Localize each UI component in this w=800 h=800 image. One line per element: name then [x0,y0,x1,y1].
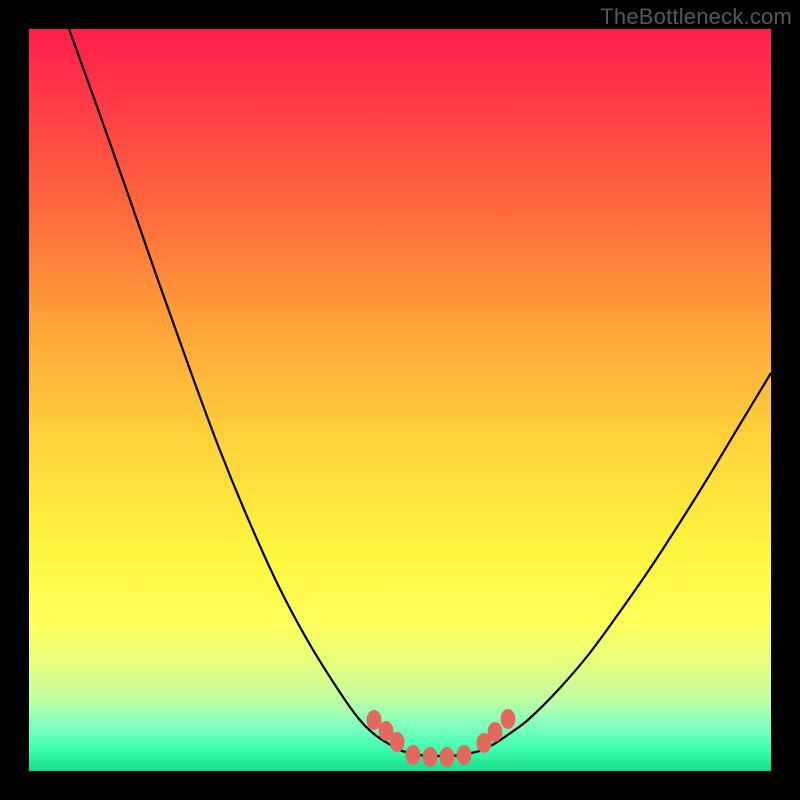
curve-left-path [69,29,402,751]
marker-floor-1 [406,746,420,765]
marker-right-3 [501,710,515,729]
chart-svg [29,29,771,771]
marker-floor-2 [423,748,437,767]
marker-floor-4 [457,746,471,765]
marker-left-1 [367,711,381,730]
marker-group [367,710,515,767]
curve-right-path [480,373,771,751]
plot-area [29,29,771,771]
watermark-text: TheBottleneck.com [600,4,792,30]
curve-group [69,29,771,756]
chart-frame: TheBottleneck.com [0,0,800,800]
marker-left-3 [390,733,404,752]
marker-right-2 [488,723,502,742]
marker-floor-3 [440,748,454,767]
